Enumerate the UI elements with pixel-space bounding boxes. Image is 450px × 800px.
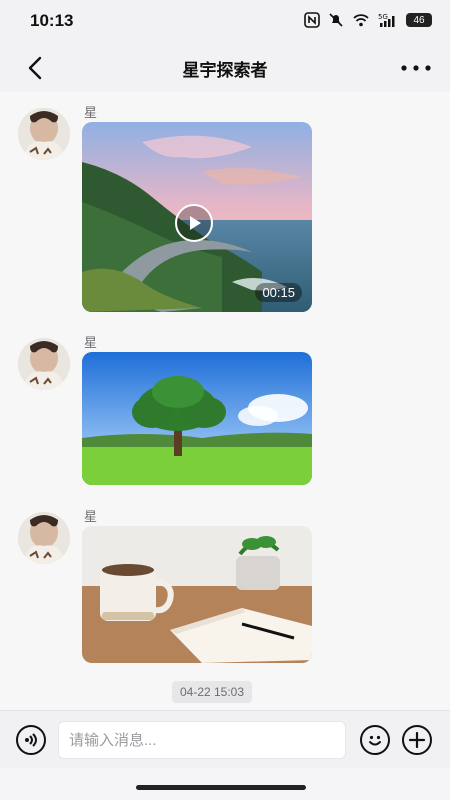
signal-5g-icon: 5G (378, 13, 395, 27)
mute-icon (329, 13, 343, 27)
emoji-icon[interactable] (360, 725, 390, 755)
voice-icon[interactable] (16, 725, 46, 755)
battery-indicator: 46 (406, 13, 432, 27)
nfc-icon (304, 12, 320, 28)
status-time: 10:13 (30, 11, 74, 30)
status-icons: 5G 46 (304, 12, 432, 28)
video-thumbnail[interactable]: 00:15 (82, 122, 312, 312)
more-dots-icon[interactable] (400, 60, 432, 76)
navbar: 星宇探索者 (0, 44, 450, 93)
home-bar (0, 768, 450, 800)
image-thumbnail[interactable] (82, 352, 312, 485)
home-indicator[interactable] (136, 785, 306, 790)
play-icon[interactable] (175, 204, 213, 242)
timestamp-chip: 04-22 15:03 (172, 681, 252, 703)
avatar[interactable] (18, 512, 70, 564)
video-duration: 00:15 (255, 283, 302, 302)
svg-text:5G: 5G (378, 13, 388, 21)
chat-area[interactable]: 星宇探索者 (0, 92, 450, 710)
status-bar: 10:13 5G 46 (0, 0, 450, 44)
page-title: 星宇探索者 (182, 61, 268, 80)
input-bar (0, 710, 450, 769)
wifi-icon (353, 14, 369, 27)
avatar[interactable] (18, 338, 70, 390)
message-input-container[interactable] (58, 721, 365, 759)
image-thumbnail[interactable] (82, 526, 312, 663)
message-input[interactable] (59, 722, 365, 758)
plus-icon[interactable] (402, 725, 432, 755)
avatar[interactable] (18, 108, 70, 160)
